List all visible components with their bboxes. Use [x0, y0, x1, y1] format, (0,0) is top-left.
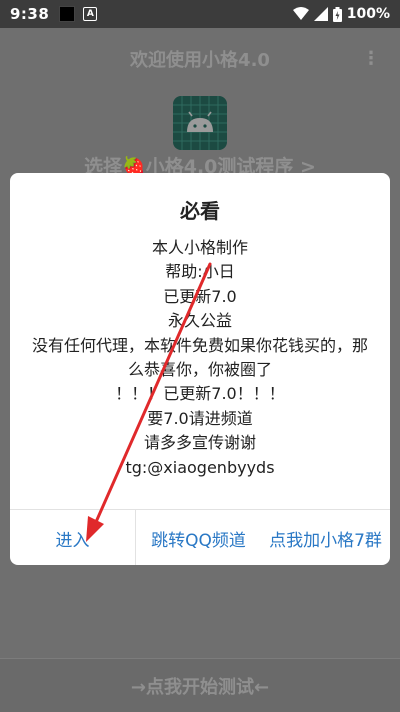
bottom-bar: →点我开始测试←	[0, 658, 400, 712]
wifi-icon	[292, 7, 309, 21]
status-bar: 9:38 A 100%	[0, 0, 400, 28]
battery-icon	[332, 6, 342, 22]
battery-percentage: 100%	[346, 6, 390, 22]
notice-dialog: 必看 本人小格制作 帮助:小日 已更新7.0 永久公益 没有任何代理，本软件免费…	[10, 173, 390, 565]
message-line: 永久公益	[167, 311, 232, 331]
message-line: 请多多宣传谢谢	[143, 433, 256, 453]
status-right: 100%	[292, 6, 390, 22]
status-time: 9:38	[10, 5, 50, 23]
message-line: 本人小格制作	[151, 238, 248, 257]
message-line: 帮助:小日	[165, 262, 235, 282]
qq-channel-button[interactable]: 跳转QQ频道	[136, 510, 261, 565]
app-title: 欢迎使用小格4.0	[130, 50, 270, 71]
dialog-message: 本人小格制作 帮助:小日 已更新7.0 永久公益 没有任何代理，本软件免费如果你…	[30, 236, 370, 480]
notification-a-icon: A	[83, 7, 98, 21]
message-line: 要7.0请进频道	[147, 408, 253, 428]
notification-black-icon	[59, 6, 76, 22]
start-test-button[interactable]: →点我开始测试←	[0, 673, 400, 699]
message-line: ！！！已更新7.0！！！	[115, 384, 285, 404]
message-line: tg:@xiaogenbyyds	[125, 457, 275, 477]
message-line: 没有任何代理，本软件免费如果你花钱买的，那么恭喜你，你被圈了	[31, 335, 368, 380]
dialog-button-row: 进入 跳转QQ频道 点我加小格7群	[10, 509, 390, 565]
signal-icon	[313, 7, 328, 21]
android-icon	[173, 96, 227, 150]
dialog-title: 必看	[180, 199, 220, 223]
overflow-menu-icon[interactable]: ⋮	[362, 48, 380, 69]
add-group-button[interactable]: 点我加小格7群	[261, 510, 390, 565]
enter-button[interactable]: 进入	[10, 510, 136, 565]
message-line: 已更新7.0	[163, 286, 237, 306]
